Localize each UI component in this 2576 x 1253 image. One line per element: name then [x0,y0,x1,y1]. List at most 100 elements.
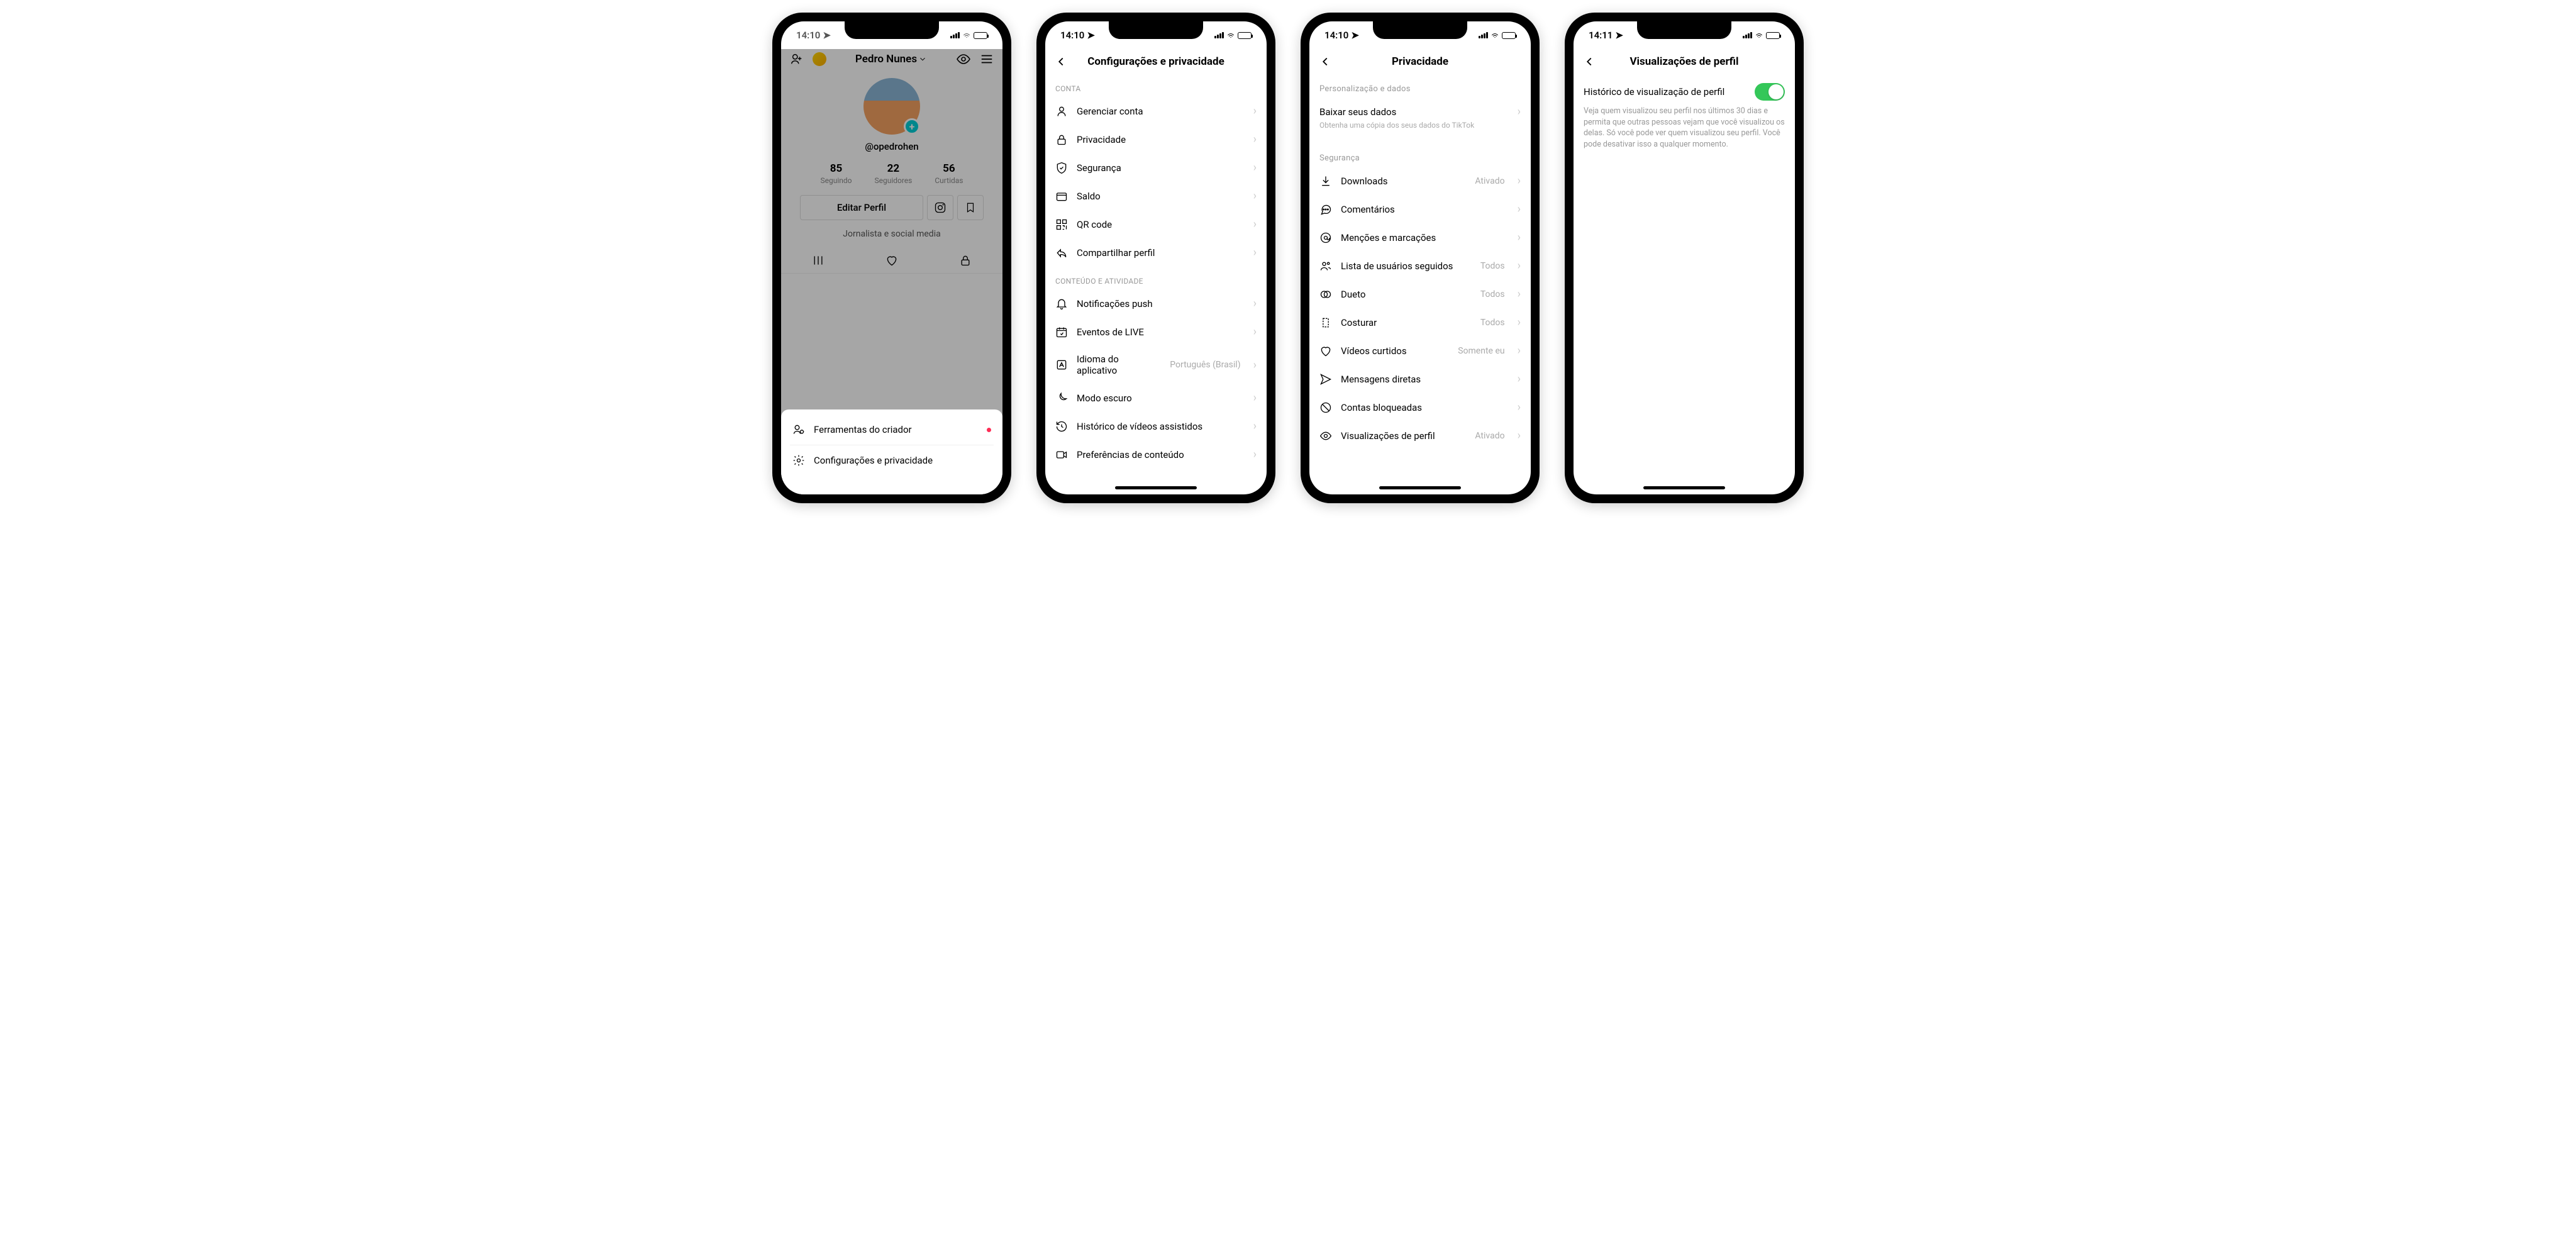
chevron-icon: › [1518,105,1521,118]
location-icon: ➤ [1087,30,1095,41]
lock-icon [1055,133,1068,146]
battery-icon [1502,32,1516,39]
chevron-icon: › [1253,161,1257,174]
item-live[interactable]: Eventos de LIVE› [1045,318,1267,346]
item-duet[interactable]: DuetoTodos› [1309,280,1531,308]
sheet-item-label: Ferramentas do criador [814,424,912,435]
location-icon: ➤ [1351,30,1359,41]
signal-icon [1214,32,1224,38]
item-manage-account[interactable]: Gerenciar conta› [1045,97,1267,125]
item-history[interactable]: Histórico de vídeos assistidos› [1045,412,1267,440]
sheet-settings[interactable]: Configurações e privacidade [790,445,994,476]
toggle-row: Histórico de visualização de perfil [1574,74,1795,103]
notification-dot [987,428,991,432]
section-personalization: Personalização e dados [1309,74,1531,97]
chevron-icon: › [1253,448,1257,461]
wifi-icon [1755,31,1763,40]
creator-tools-icon [792,423,805,436]
screen: 14:10➤ Configurações e privacidade CONTA… [1045,21,1267,494]
chevron-icon: › [1518,316,1521,329]
battery-icon [1766,32,1780,39]
notch [845,21,939,39]
stitch-icon [1319,316,1332,329]
item-mentions[interactable]: Menções e marcações› [1309,223,1531,252]
calendar-icon [1055,326,1068,338]
item-dark[interactable]: Modo escuro› [1045,384,1267,412]
screen: 14:10➤ Pedro Nunes [781,21,1002,494]
chevron-icon: › [1253,297,1257,310]
item-security[interactable]: Segurança› [1045,153,1267,182]
moon-icon [1055,392,1068,404]
chevron-icon: › [1253,104,1257,118]
nav-title: Visualizações de perfil [1574,55,1795,68]
signal-icon [1479,32,1488,38]
chevron-icon: › [1253,189,1257,203]
notch [1109,21,1203,39]
share-icon [1055,247,1068,259]
signal-icon [950,32,960,38]
item-content-pref[interactable]: Preferências de conteúdo› [1045,440,1267,469]
eye-icon [1319,430,1332,442]
status-time: 14:10 [1060,30,1084,41]
chevron-icon: › [1518,287,1521,301]
notch [1637,21,1731,39]
section-account: CONTA [1045,74,1267,97]
item-stitch[interactable]: CosturarTodos› [1309,308,1531,337]
description-text: Veja quem visualizou seu perfil nos últi… [1574,103,1795,152]
content: Histórico de visualização de perfil Veja… [1574,74,1795,494]
item-profile-views[interactable]: Visualizações de perfilAtivado› [1309,421,1531,450]
item-balance[interactable]: Saldo› [1045,182,1267,210]
history-icon [1055,420,1068,433]
status-time: 14:11 [1589,30,1613,41]
duet-icon [1319,288,1332,301]
toggle-switch[interactable] [1755,83,1785,101]
item-dm[interactable]: Mensagens diretas› [1309,365,1531,393]
chevron-icon: › [1518,259,1521,272]
item-blocked[interactable]: Contas bloqueadas› [1309,393,1531,421]
back-icon[interactable] [1054,55,1068,69]
sheet-item-label: Configurações e privacidade [814,455,933,466]
nav-header: Configurações e privacidade [1045,49,1267,74]
back-icon[interactable] [1582,55,1596,69]
item-following-list[interactable]: Lista de usuários seguidosTodos› [1309,252,1531,280]
heart-icon [1319,345,1332,357]
chevron-icon: › [1518,174,1521,187]
status-time: 14:10 [796,30,820,41]
item-liked[interactable]: Vídeos curtidosSomente eu› [1309,337,1531,365]
section-security: Segurança [1309,143,1531,167]
phone-privacy: 14:10➤ Privacidade Personalização e dado… [1301,13,1540,503]
home-indicator[interactable] [1115,486,1197,489]
download-icon [1319,175,1332,187]
chevron-icon: › [1253,359,1257,372]
chevron-icon: › [1518,344,1521,357]
user-icon [1055,105,1068,118]
item-comments[interactable]: Comentários› [1309,195,1531,223]
item-downloads[interactable]: DownloadsAtivado› [1309,167,1531,195]
bottom-sheet: Ferramentas do criador Configurações e p… [781,409,1002,494]
sheet-creator-tools[interactable]: Ferramentas do criador [781,415,1002,445]
wallet-icon [1055,190,1068,203]
home-indicator[interactable] [1379,486,1461,489]
item-qr[interactable]: QR code› [1045,210,1267,238]
block-icon [1319,401,1332,414]
nav-header: Visualizações de perfil [1574,49,1795,74]
chevron-icon: › [1253,420,1257,433]
chevron-icon: › [1253,391,1257,404]
item-download-data[interactable]: Baixar seus dados › Obtenha uma cópia do… [1309,97,1531,137]
item-language[interactable]: Idioma do aplicativoPortuguês (Brasil)› [1045,346,1267,384]
chevron-icon: › [1518,401,1521,414]
status-time: 14:10 [1324,30,1348,41]
wifi-icon [962,31,971,40]
item-share[interactable]: Compartilhar perfil› [1045,238,1267,267]
language-icon [1055,359,1068,371]
wifi-icon [1226,31,1235,40]
chevron-icon: › [1253,325,1257,338]
phone-profile-views: 14:11➤ Visualizações de perfil Histórico… [1565,13,1804,503]
home-indicator[interactable] [1643,486,1725,489]
signal-icon [1743,32,1752,38]
back-icon[interactable] [1318,55,1332,69]
at-icon [1319,231,1332,244]
battery-icon [974,32,987,39]
item-privacy[interactable]: Privacidade› [1045,125,1267,153]
item-push[interactable]: Notificações push› [1045,289,1267,318]
